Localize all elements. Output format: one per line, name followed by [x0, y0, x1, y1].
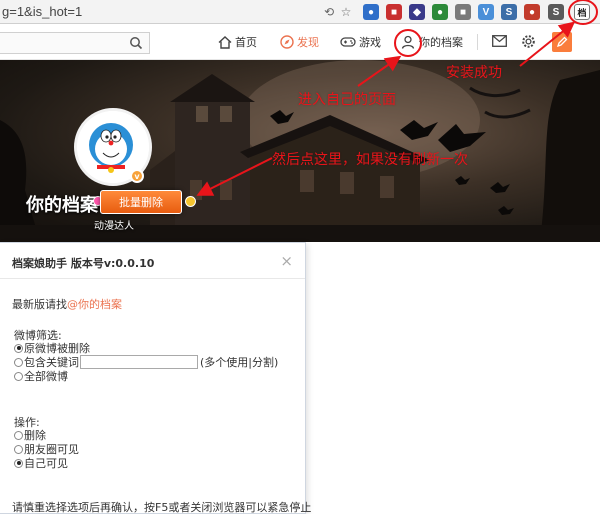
weibo-top-nav: 首页 发现 游戏 你的档案	[0, 24, 600, 60]
nav-find[interactable]: 发现	[280, 34, 319, 50]
edit-icon	[556, 36, 568, 48]
mail-icon[interactable]	[492, 35, 507, 50]
op-option-label: 自己可见	[24, 457, 68, 470]
dialog-header: 档案娘助手 版本号v:0.0.10 ×	[0, 243, 305, 279]
radio-button[interactable]	[14, 458, 23, 468]
annotation-enter-page: 进入自己的页面	[298, 92, 396, 108]
dialog-notice: 请慎重选择选项后再确认，按F5或者关闭浏览器可以紧急停止	[12, 501, 312, 514]
chrome-ext-9-icon[interactable]: S	[548, 4, 564, 20]
browser-address-bar: g=1&is_hot=1 ⟲ ☆ ● ■ ◆ ● ■ V S ● S 档	[0, 0, 600, 24]
profile-name: 你的档案	[26, 195, 98, 216]
radio-button[interactable]	[14, 430, 23, 440]
gamepad-icon	[340, 36, 356, 48]
chrome-ext-4-icon[interactable]: ●	[432, 4, 448, 20]
dialog-title: 档案娘助手 版本号v:0.0.10	[12, 257, 155, 270]
reload-icon[interactable]: ⟲	[321, 4, 337, 20]
filter-option-label: 全部微博	[24, 370, 68, 383]
nav-profile-label: 你的档案	[419, 36, 463, 49]
user-icon	[400, 34, 416, 50]
bookmark-star-icon[interactable]: ☆	[338, 4, 354, 20]
compose-post-button[interactable]	[552, 32, 572, 52]
chrome-ext-8-icon[interactable]: ●	[524, 4, 540, 20]
op-option-delete[interactable]: 删除	[14, 428, 46, 442]
home-icon	[218, 35, 232, 49]
close-icon[interactable]: ×	[280, 252, 293, 270]
filter-option-all[interactable]: 全部微博	[14, 369, 68, 383]
filter-option-keyword[interactable]: 包含关键词 (多个使用|分割)	[14, 355, 278, 369]
nav-game[interactable]: 游戏	[340, 34, 381, 50]
chrome-ext-5-icon[interactable]: ■	[455, 4, 471, 20]
latest-prefix: 最新版请找	[12, 298, 67, 311]
nav-home[interactable]: 首页	[218, 34, 257, 50]
op-option-friends[interactable]: 朋友圈可见	[14, 442, 79, 456]
radio-button[interactable]	[14, 343, 23, 353]
filter-option-deleted[interactable]: 原微博被删除	[14, 341, 90, 355]
nav-game-label: 游戏	[359, 36, 381, 49]
vip-badge: v	[130, 169, 144, 183]
chrome-ext-6-icon[interactable]: V	[478, 4, 494, 20]
radio-button[interactable]	[14, 444, 23, 454]
compass-icon	[280, 35, 294, 49]
keyword-input[interactable]	[80, 355, 198, 369]
url-text[interactable]: g=1&is_hot=1	[2, 4, 82, 19]
latest-version-line: 最新版请找@你的档案	[12, 296, 122, 312]
radio-button[interactable]	[14, 371, 23, 381]
keyword-hint: (多个使用|分割)	[200, 356, 279, 369]
nav-divider	[477, 34, 478, 50]
honor-label: 动漫达人	[94, 221, 134, 232]
chrome-ext-7-icon[interactable]: S	[501, 4, 517, 20]
dangan-extension-icon[interactable]: 档	[574, 4, 590, 20]
annotation-click-here: 然后点这里，如果没有刷新一次	[272, 152, 468, 168]
nav-profile[interactable]: 你的档案	[400, 34, 463, 50]
chrome-ext-2-icon[interactable]: ■	[386, 4, 402, 20]
chrome-ext-1-icon[interactable]: ●	[363, 4, 379, 20]
level-icon	[185, 196, 196, 207]
chrome-ext-3-icon[interactable]: ◆	[409, 4, 425, 20]
search-icon[interactable]	[129, 36, 143, 53]
radio-button[interactable]	[14, 357, 23, 367]
profile-cover: v 你的档案 批量删除 动漫达人 进入自己的页面 然后点这里，如果没有刷新一次	[0, 60, 600, 242]
batch-delete-button[interactable]: 批量删除	[100, 190, 182, 214]
op-option-self[interactable]: 自己可见	[14, 456, 68, 470]
search-box[interactable]	[0, 32, 150, 54]
annotation-install-success: 安装成功	[446, 65, 502, 81]
gear-icon[interactable]	[521, 34, 536, 52]
nav-home-label: 首页	[235, 36, 257, 49]
nav-find-label: 发现	[297, 36, 319, 49]
latest-version-link[interactable]: @你的档案	[67, 298, 122, 311]
helper-dialog: 档案娘助手 版本号v:0.0.10 × 最新版请找@你的档案 微博筛选: 原微博…	[0, 242, 311, 514]
